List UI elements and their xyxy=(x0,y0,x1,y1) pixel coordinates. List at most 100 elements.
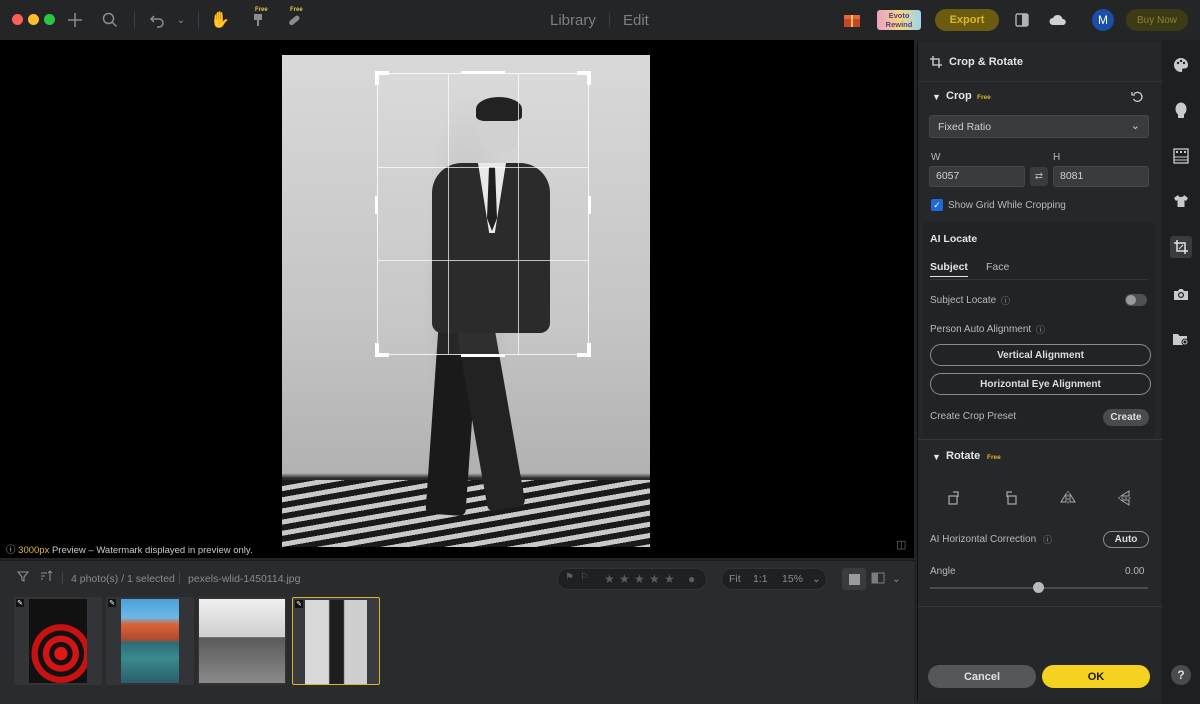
width-field[interactable]: 6057 xyxy=(929,166,1025,187)
zoom-1to1-button[interactable]: 1:1 xyxy=(753,573,768,585)
image-canvas[interactable]: ⓘ 3000px Preview – Watermark displayed i… xyxy=(0,40,914,558)
crop-rotate-icon[interactable] xyxy=(1170,236,1192,258)
preview-note-text: Preview – Watermark displayed in preview… xyxy=(49,545,253,556)
section-divider xyxy=(918,606,1162,607)
flip-vertical-icon[interactable] xyxy=(1116,489,1134,507)
crop-box[interactable] xyxy=(375,71,591,357)
help-icon[interactable]: ⓘ xyxy=(1001,294,1010,307)
thumbnail-image xyxy=(199,599,285,683)
chevron-down-icon[interactable]: ⌄ xyxy=(171,10,191,30)
filter-icon[interactable] xyxy=(16,570,30,585)
minimize-window-button[interactable] xyxy=(28,14,39,25)
ratio-select-value: Fixed Ratio xyxy=(938,121,992,133)
free-tag: Free xyxy=(290,7,303,13)
avatar[interactable]: M xyxy=(1092,9,1114,31)
star-icon[interactable]: ★ xyxy=(664,572,675,586)
star-icon[interactable]: ★ xyxy=(604,572,615,586)
help-icon[interactable]: ⓘ xyxy=(1043,533,1052,546)
single-view-button[interactable] xyxy=(842,568,866,590)
person-auto-alignment-label: Person Auto Alignment xyxy=(930,324,1032,335)
crop-edge-handle[interactable] xyxy=(588,196,591,214)
sort-icon[interactable] xyxy=(40,570,53,585)
thumbnail-selected[interactable]: ✎ xyxy=(292,597,380,685)
tab-face[interactable]: Face xyxy=(986,261,1009,273)
face-icon[interactable] xyxy=(1172,101,1190,119)
crop-edge-handle[interactable] xyxy=(461,71,505,74)
clothing-icon[interactable] xyxy=(1172,192,1190,210)
crop-corner-handle[interactable] xyxy=(577,343,591,357)
height-field[interactable]: 8081 xyxy=(1053,166,1149,187)
ok-button[interactable]: OK xyxy=(1042,665,1150,688)
crop-section-title[interactable]: Crop xyxy=(946,90,972,102)
rotate-left-icon[interactable] xyxy=(945,489,963,507)
thumbnail[interactable]: ✎ xyxy=(14,597,102,685)
star-icon[interactable]: ★ xyxy=(619,572,630,586)
horizontal-eye-alignment-button[interactable]: Horizontal Eye Alignment xyxy=(930,373,1151,395)
gift-icon[interactable] xyxy=(842,10,862,30)
ratio-select[interactable]: Fixed Ratio ⌄ xyxy=(929,115,1149,138)
search-icon[interactable] xyxy=(100,10,120,30)
undo-icon[interactable] xyxy=(147,10,167,30)
maximize-window-button[interactable] xyxy=(44,14,55,25)
hand-icon[interactable]: ✋ xyxy=(210,10,230,30)
crop-edge-handle[interactable] xyxy=(461,354,505,357)
vertical-alignment-button[interactable]: Vertical Alignment xyxy=(930,344,1151,366)
bandage-icon[interactable] xyxy=(284,10,304,30)
crop-corner-handle[interactable] xyxy=(375,71,389,85)
color-label-icon[interactable]: ● xyxy=(688,572,695,586)
star-icon[interactable]: ★ xyxy=(634,572,645,586)
zoom-select[interactable]: 15% xyxy=(782,573,803,585)
flag-icon[interactable]: ⚑ xyxy=(565,572,574,583)
current-filename: pexels-wlid-1450114.jpg xyxy=(188,573,301,585)
rotate-right-icon[interactable] xyxy=(1002,489,1020,507)
reject-flag-icon[interactable]: ⚐ xyxy=(580,572,589,583)
angle-slider-knob[interactable] xyxy=(1033,582,1044,593)
ai-locate-title: AI Locate xyxy=(930,233,978,245)
brush-icon[interactable] xyxy=(248,10,268,30)
help-icon[interactable]: ⓘ xyxy=(1036,323,1045,336)
photo-preview[interactable] xyxy=(282,55,650,547)
zoom-fit-button[interactable]: Fit xyxy=(729,573,741,585)
subject-locate-toggle[interactable] xyxy=(1125,294,1147,306)
chevron-down-icon[interactable]: ⌄ xyxy=(812,573,821,585)
collapse-triangle-icon[interactable]: ▼ xyxy=(932,452,941,462)
auto-correction-button[interactable]: Auto xyxy=(1103,531,1149,548)
rotate-section-title[interactable]: Rotate xyxy=(946,450,980,462)
photo-count: 4 photo(s) / 1 selected xyxy=(71,573,175,585)
tab-edit[interactable]: Edit xyxy=(623,12,649,29)
add-icon[interactable] xyxy=(65,10,85,30)
crop-corner-handle[interactable] xyxy=(577,71,591,85)
swap-dimensions-icon[interactable]: ⇄ xyxy=(1030,167,1048,186)
thumbnail[interactable]: ✎ xyxy=(198,597,286,685)
height-label: H xyxy=(1053,152,1061,163)
panel-toggle-icon[interactable] xyxy=(1012,10,1032,30)
angle-label: Angle xyxy=(930,566,956,577)
help-button[interactable]: ? xyxy=(1171,665,1191,685)
tab-library[interactable]: Library xyxy=(550,12,596,29)
background-icon[interactable] xyxy=(1172,147,1190,165)
create-preset-button[interactable]: Create xyxy=(1103,409,1149,426)
chevron-down-icon[interactable]: ⌄ xyxy=(892,573,901,585)
compare-icon[interactable]: ◫ xyxy=(896,538,906,551)
cancel-button[interactable]: Cancel xyxy=(928,665,1036,688)
buy-now-button[interactable]: Buy Now xyxy=(1126,9,1188,31)
folder-settings-icon[interactable] xyxy=(1172,330,1190,348)
star-icon[interactable]: ★ xyxy=(649,572,660,586)
show-grid-label: Show Grid While Cropping xyxy=(948,200,1066,211)
cloud-icon[interactable] xyxy=(1048,10,1068,30)
crop-corner-handle[interactable] xyxy=(375,343,389,357)
camera-icon[interactable] xyxy=(1172,285,1190,303)
reset-icon[interactable] xyxy=(1131,90,1144,106)
show-grid-checkbox[interactable]: ✓ xyxy=(931,199,943,211)
palette-icon[interactable] xyxy=(1172,56,1190,74)
thumbnail[interactable]: ✎ xyxy=(106,597,194,685)
close-window-button[interactable] xyxy=(12,14,23,25)
tab-subject[interactable]: Subject xyxy=(930,261,968,277)
crop-edge-handle[interactable] xyxy=(375,196,378,214)
compare-view-icon[interactable] xyxy=(871,572,885,587)
subject-locate-label: Subject Locate xyxy=(930,295,997,306)
collapse-triangle-icon[interactable]: ▼ xyxy=(932,92,941,102)
evoto-rewind-badge[interactable]: Evoto Rewind xyxy=(877,10,921,30)
flip-horizontal-icon[interactable] xyxy=(1059,489,1077,507)
export-button[interactable]: Export xyxy=(935,9,999,31)
